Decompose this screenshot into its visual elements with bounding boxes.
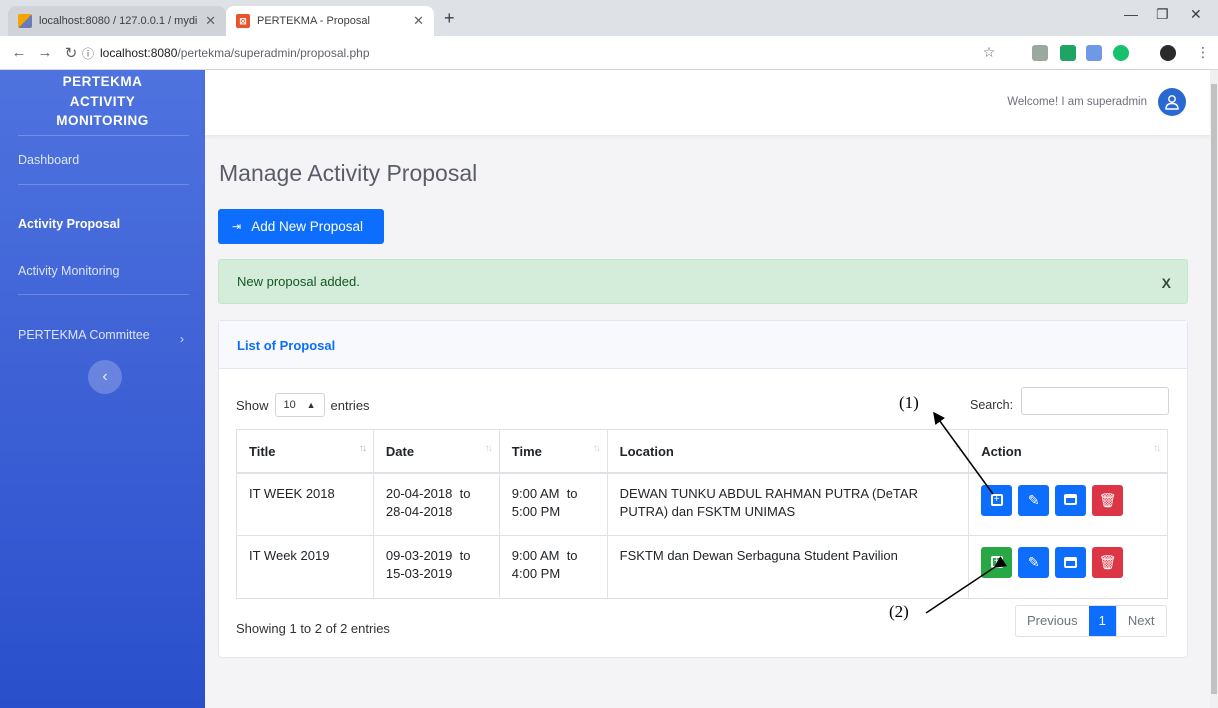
annotation-arrows [925, 411, 1008, 614]
arrow-2 [925, 556, 1008, 614]
arrow-1 [933, 411, 994, 495]
